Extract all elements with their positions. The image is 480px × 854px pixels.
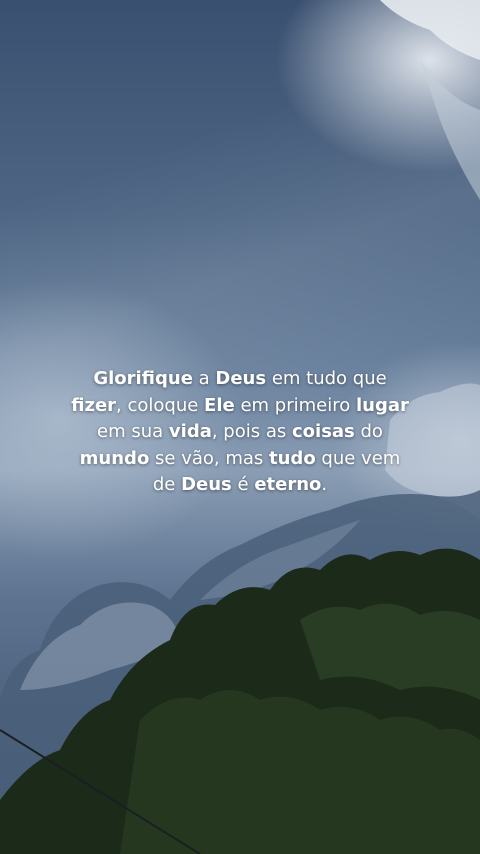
quote-emphasis: lugar xyxy=(355,394,409,416)
quote-segment: é xyxy=(231,474,255,495)
quote-segment: em primeiro xyxy=(234,394,356,416)
quote-segment: , coloque xyxy=(116,394,205,416)
quote-emphasis: Ele xyxy=(204,394,235,416)
quote-segment: em tudo que xyxy=(266,368,387,389)
quote-emphasis: coisas xyxy=(291,421,355,442)
quote-emphasis: Deus xyxy=(181,474,232,495)
quote-segment: a xyxy=(192,368,216,389)
quote-emphasis: vida xyxy=(168,421,212,442)
quote-segment: em sua xyxy=(97,421,169,442)
quote-emphasis: fizer xyxy=(71,394,117,416)
quote-segment: , pois as xyxy=(211,421,292,442)
quote-segment: se vão, mas xyxy=(149,447,270,469)
quote-text: Glorifique a Deus em tudo que fizer, col… xyxy=(70,366,410,499)
quote-emphasis: eterno xyxy=(254,474,322,495)
quote-emphasis: tudo xyxy=(269,447,316,469)
quote-emphasis: Deus xyxy=(215,368,267,389)
quote-emphasis: Glorifique xyxy=(93,368,193,389)
quote-segment: do xyxy=(354,421,383,442)
quote-emphasis: mundo xyxy=(79,447,150,469)
quote-segment: . xyxy=(321,474,328,495)
